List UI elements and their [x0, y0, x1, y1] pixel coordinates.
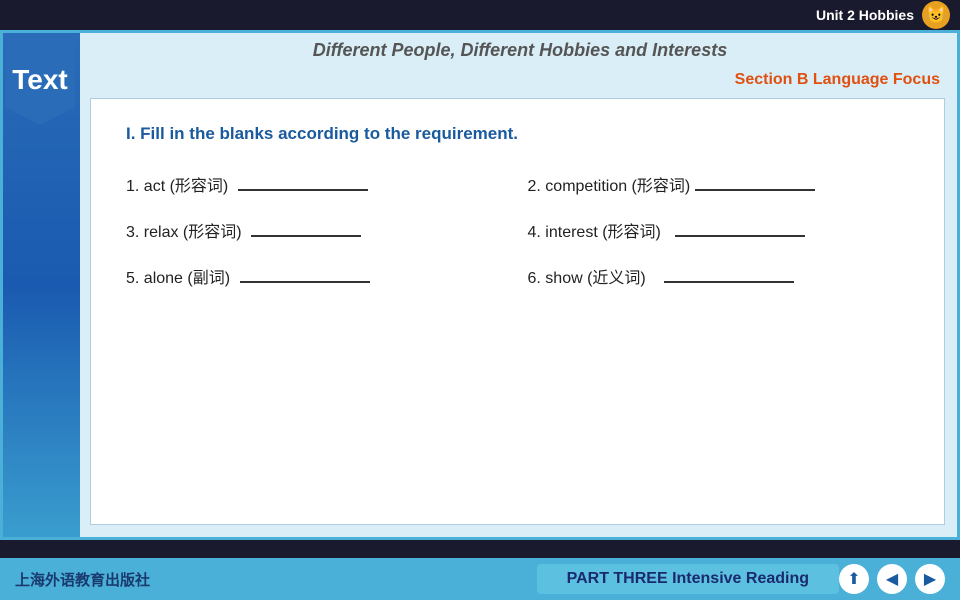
- blank-line: [695, 189, 815, 191]
- blank-line: [240, 281, 370, 283]
- top-bar: Unit 2 Hobbies 😺: [0, 0, 960, 30]
- part-label: PART THREE Intensive Reading: [537, 564, 839, 594]
- list-item: 1. act (形容词): [126, 172, 508, 196]
- exercise-instruction: I. Fill in the blanks according to the r…: [126, 124, 909, 144]
- section-bar: Section B Language Focus: [80, 67, 960, 93]
- sidebar: Text: [0, 30, 80, 540]
- up-button[interactable]: ⬆: [839, 564, 869, 594]
- exercise-box: I. Fill in the blanks according to the r…: [90, 98, 945, 525]
- page-title: Different People, Different Hobbies and …: [313, 40, 727, 61]
- main-layout: Text Different People, Different Hobbies…: [0, 30, 960, 540]
- publisher-label: 上海外语教育出版社: [15, 569, 537, 590]
- blank-line: [675, 235, 805, 237]
- list-item: 5. alone (副词): [126, 264, 508, 288]
- item-number: 6. show (近义词): [528, 264, 660, 288]
- title-bar: Different People, Different Hobbies and …: [80, 30, 960, 67]
- text-ribbon: Text: [5, 35, 75, 125]
- blank-line: [664, 281, 794, 283]
- right-content: Different People, Different Hobbies and …: [80, 30, 960, 540]
- bottom-controls: ⬆ ◀ ▶: [839, 564, 945, 594]
- section-label: Section B Language Focus: [735, 71, 940, 88]
- bottom-bar: 上海外语教育出版社 PART THREE Intensive Reading ⬆…: [0, 558, 960, 600]
- item-number: 1. act (形容词): [126, 172, 233, 196]
- sidebar-label: Text: [12, 64, 68, 96]
- list-item: 2. competition (形容词): [528, 172, 910, 196]
- item-number: 2. competition (形容词): [528, 172, 691, 196]
- unit-title: Unit 2 Hobbies: [816, 7, 914, 23]
- next-button[interactable]: ▶: [915, 564, 945, 594]
- item-number: 3. relax (形容词): [126, 218, 246, 242]
- blank-line: [238, 189, 368, 191]
- item-number: 5. alone (副词): [126, 264, 235, 288]
- list-item: 3. relax (形容词): [126, 218, 508, 242]
- item-number: 4. interest (形容词): [528, 218, 670, 242]
- list-item: 6. show (近义词): [528, 264, 910, 288]
- list-item: 4. interest (形容词): [528, 218, 910, 242]
- prev-button[interactable]: ◀: [877, 564, 907, 594]
- mascot-icon: 😺: [922, 1, 950, 29]
- blank-line: [251, 235, 361, 237]
- exercise-items-grid: 1. act (形容词) 2. competition (形容词) 3. rel…: [126, 172, 909, 288]
